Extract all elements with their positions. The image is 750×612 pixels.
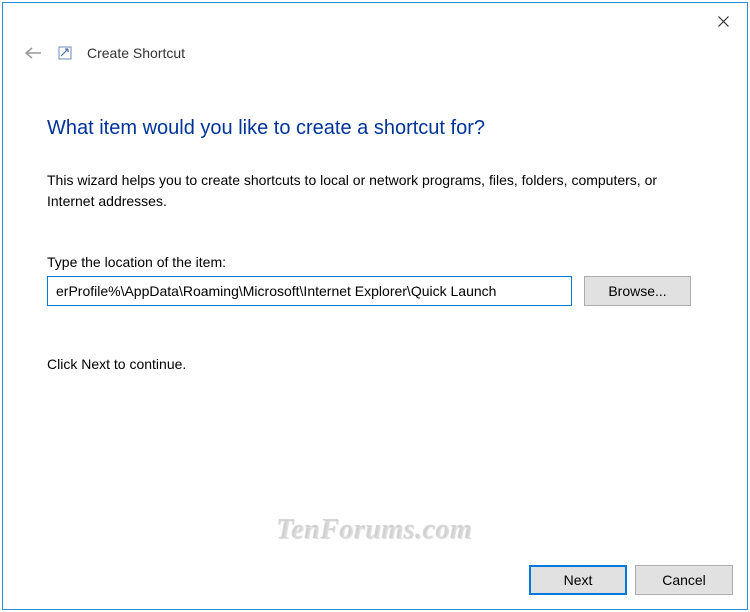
close-icon [718,16,729,27]
next-button[interactable]: Next [529,565,627,595]
location-label: Type the location of the item: [47,254,703,270]
dialog-title: Create Shortcut [87,45,185,61]
content-area: What item would you like to create a sho… [3,71,747,551]
titlebar [3,3,747,35]
shortcut-icon [57,45,73,61]
header-row: Create Shortcut [3,35,747,71]
back-arrow-icon [24,46,42,60]
create-shortcut-dialog: Create Shortcut What item would you like… [2,2,748,610]
input-row: Browse... [47,276,703,306]
dialog-footer: Next Cancel [3,551,747,609]
page-heading: What item would you like to create a sho… [47,117,703,140]
location-input[interactable] [47,276,572,306]
description-text: This wizard helps you to create shortcut… [47,170,703,212]
browse-button[interactable]: Browse... [584,276,691,306]
continue-text: Click Next to continue. [47,356,703,372]
cancel-button[interactable]: Cancel [635,565,733,595]
close-button[interactable] [711,11,735,31]
back-button[interactable] [23,43,43,63]
